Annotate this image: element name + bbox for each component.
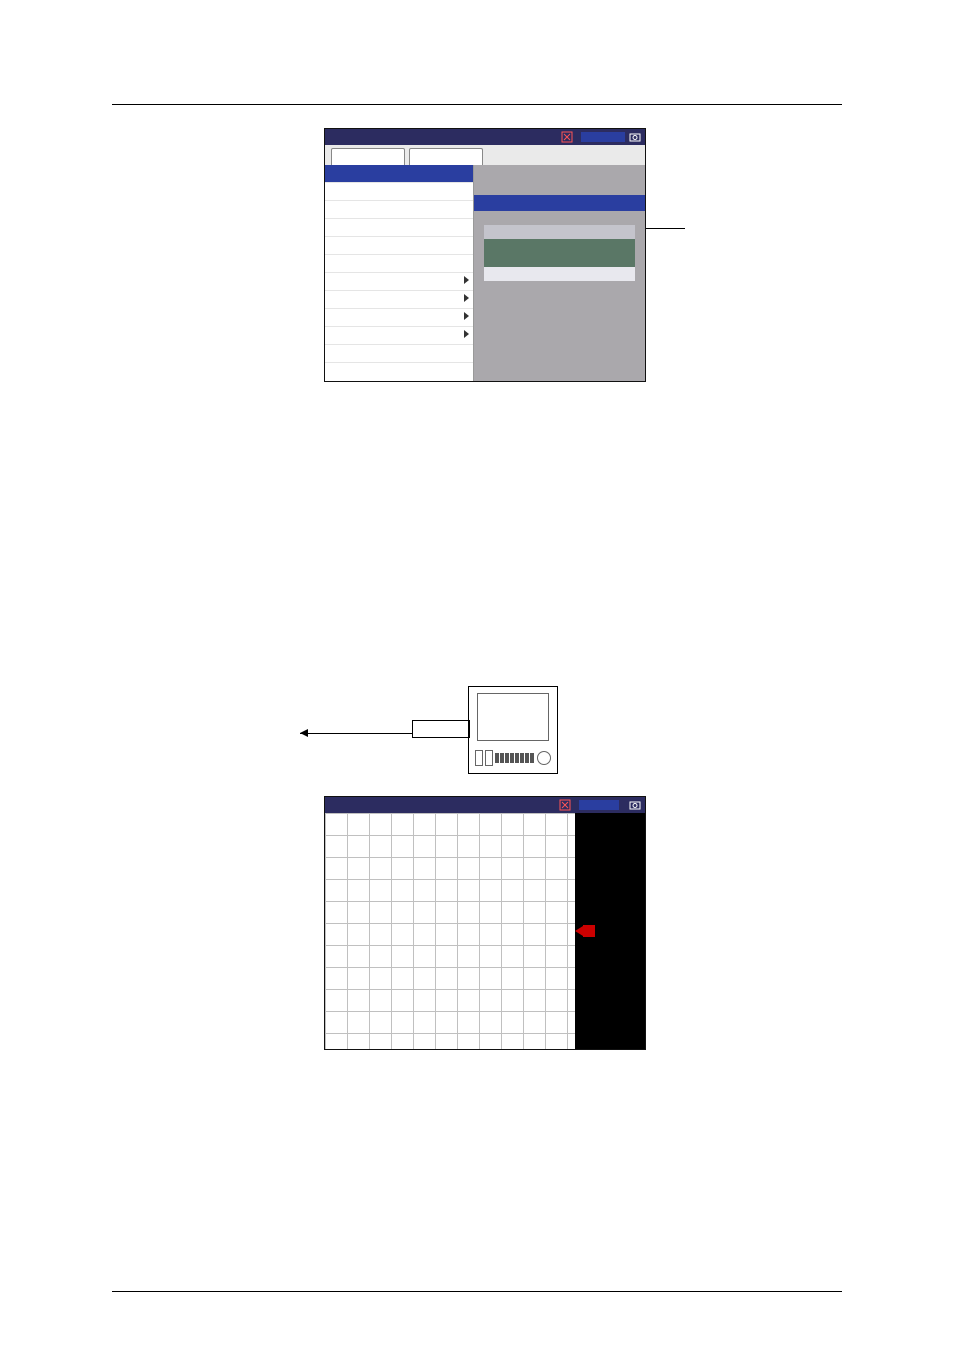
menu-item[interactable] bbox=[325, 327, 473, 345]
time-settings-header bbox=[474, 195, 645, 211]
menu-item[interactable] bbox=[325, 237, 473, 255]
time-set-panel bbox=[484, 225, 635, 281]
callout-timeset bbox=[645, 220, 691, 229]
footer-rule bbox=[112, 1291, 842, 1292]
batch-icon bbox=[561, 131, 573, 143]
menu-item[interactable] bbox=[325, 345, 473, 363]
scr1-titlebar bbox=[325, 129, 645, 145]
header-rule bbox=[112, 104, 842, 105]
settings-menu-list bbox=[325, 165, 474, 381]
dst-subheader bbox=[484, 225, 635, 239]
camera-icon bbox=[629, 799, 641, 811]
tab-file[interactable] bbox=[409, 148, 483, 165]
wiring-diagram bbox=[300, 670, 560, 790]
menu-item[interactable] bbox=[325, 255, 473, 273]
device-icon bbox=[468, 686, 558, 774]
menu-item[interactable] bbox=[325, 201, 473, 219]
tab-menu[interactable] bbox=[331, 148, 405, 165]
trend-screenshot bbox=[324, 796, 646, 1050]
menu-item[interactable] bbox=[325, 309, 473, 327]
camera-icon bbox=[629, 131, 641, 143]
menu-item-datetime[interactable] bbox=[325, 165, 473, 183]
menu-item[interactable] bbox=[325, 291, 473, 309]
menu-item[interactable] bbox=[325, 183, 473, 201]
channel-box bbox=[412, 720, 470, 738]
submenu-arrow-icon bbox=[464, 330, 469, 338]
settings-screenshot bbox=[324, 128, 646, 382]
trend-grid bbox=[325, 813, 575, 1049]
scale-label bbox=[579, 800, 619, 810]
step6-block bbox=[300, 120, 842, 412]
scale-label bbox=[581, 132, 625, 142]
scr2-titlebar bbox=[325, 797, 645, 813]
batch-icon bbox=[559, 799, 571, 811]
menu-item[interactable] bbox=[325, 273, 473, 291]
manual-page bbox=[0, 0, 954, 1350]
submenu-arrow-icon bbox=[464, 312, 469, 320]
submenu-arrow-icon bbox=[464, 294, 469, 302]
time-edit-field[interactable] bbox=[484, 267, 635, 281]
menu-item[interactable] bbox=[325, 219, 473, 237]
submenu-arrow-icon bbox=[464, 276, 469, 284]
